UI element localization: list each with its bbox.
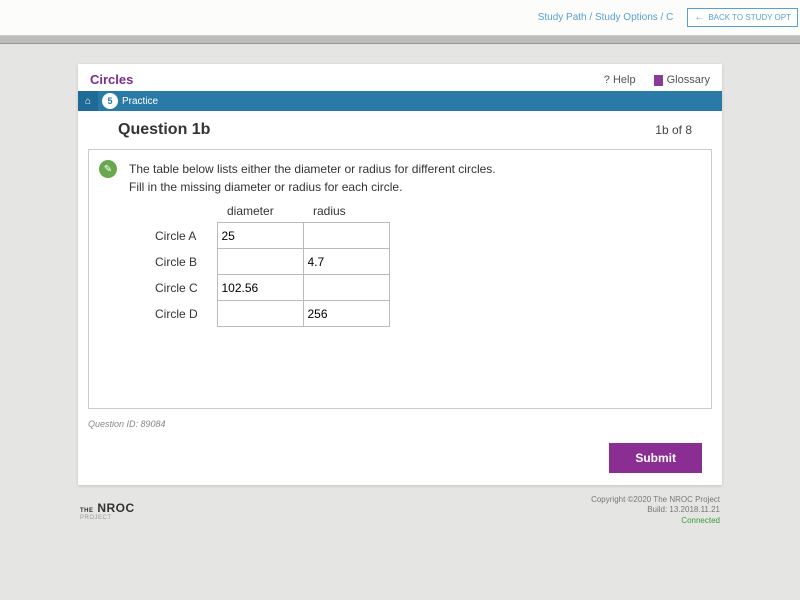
col-header-radius: radius bbox=[303, 202, 389, 223]
question-content: ✎ The table below lists either the diame… bbox=[88, 149, 712, 409]
prompt-line-2: Fill in the missing diameter or radius f… bbox=[129, 178, 697, 196]
circle-d-diameter-input[interactable] bbox=[222, 303, 302, 325]
practice-bar: ⌂ 5 Practice bbox=[78, 91, 722, 111]
help-link[interactable]: Help bbox=[604, 74, 636, 86]
practice-label: Practice bbox=[122, 96, 166, 107]
glossary-label: Glossary bbox=[667, 74, 710, 86]
back-label: BACK TO STUDY OPT bbox=[708, 13, 791, 22]
circle-a-radius-input[interactable] bbox=[308, 225, 388, 247]
back-to-study-button[interactable]: ← BACK TO STUDY OPT bbox=[687, 8, 798, 27]
row-label-b: Circle B bbox=[155, 249, 217, 275]
home-icon[interactable]: ⌂ bbox=[78, 91, 98, 111]
row-label-c: Circle C bbox=[155, 275, 217, 301]
prompt-line-1: The table below lists either the diamete… bbox=[129, 160, 697, 178]
circle-d-radius-input[interactable] bbox=[308, 303, 388, 325]
build-info: Build: 13.2018.11.21 bbox=[591, 505, 720, 515]
circle-c-radius-input[interactable] bbox=[308, 277, 388, 299]
footer: THE NROC PROJECT Copyright ©2020 The NRO… bbox=[78, 485, 722, 526]
lesson-title: Circles bbox=[90, 72, 133, 87]
question-id: Question ID: 89084 bbox=[78, 417, 722, 437]
circle-a-diameter-input[interactable] bbox=[222, 225, 302, 247]
question-card: Circles Help Glossary ⌂ 5 Practice Quest… bbox=[78, 64, 722, 485]
arrow-left-icon: ← bbox=[694, 12, 704, 23]
circles-table: diameter radius Circle A Circle B Circle… bbox=[155, 202, 390, 327]
divider bbox=[0, 36, 800, 44]
question-title: Question 1b bbox=[118, 121, 210, 139]
glossary-link[interactable]: Glossary bbox=[654, 74, 710, 86]
table-row: Circle A bbox=[155, 223, 389, 249]
copyright: Copyright ©2020 The NROC Project bbox=[591, 495, 720, 505]
table-row: Circle D bbox=[155, 301, 389, 327]
nroc-logo: THE NROC PROJECT bbox=[80, 501, 135, 521]
circle-b-diameter-input[interactable] bbox=[222, 251, 302, 273]
col-header-diameter: diameter bbox=[217, 202, 303, 223]
connection-status: Connected bbox=[591, 516, 720, 526]
question-counter: 1b of 8 bbox=[655, 123, 692, 137]
row-label-a: Circle A bbox=[155, 223, 217, 249]
breadcrumb[interactable]: Study Path / Study Options / C bbox=[538, 12, 678, 23]
circle-b-radius-input[interactable] bbox=[308, 251, 388, 273]
table-row: Circle C bbox=[155, 275, 389, 301]
step-badge: 5 bbox=[102, 93, 118, 109]
row-label-d: Circle D bbox=[155, 301, 217, 327]
circle-c-diameter-input[interactable] bbox=[222, 277, 302, 299]
pencil-icon: ✎ bbox=[99, 160, 117, 178]
table-row: Circle B bbox=[155, 249, 389, 275]
submit-button[interactable]: Submit bbox=[609, 443, 702, 473]
book-icon bbox=[654, 75, 663, 86]
